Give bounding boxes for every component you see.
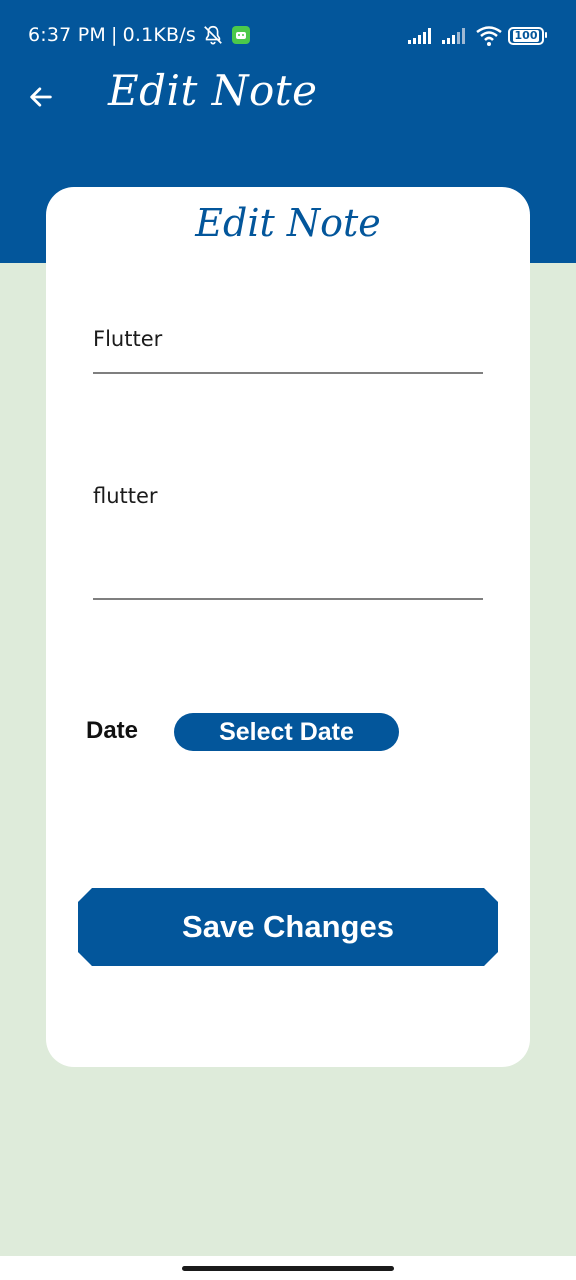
note-description-field: flutter — [93, 483, 483, 600]
date-label: Date — [86, 717, 139, 744]
status-separator: | — [110, 24, 118, 46]
signal-icon — [442, 28, 465, 44]
status-bar: 6:37 PM | 0.1KB/s 100 — [0, 0, 576, 72]
navigation-bar — [0, 1256, 576, 1280]
wifi-icon — [476, 26, 502, 46]
edit-note-card: Edit Note flutter Date Select Date Save … — [46, 187, 530, 1067]
save-changes-button[interactable]: Save Changes — [78, 888, 498, 966]
arrow-left-icon — [30, 87, 52, 107]
signal-icon — [408, 28, 431, 44]
battery-icon: 100 — [508, 27, 547, 45]
app-bar-title: Edit Note — [108, 66, 318, 115]
back-button[interactable] — [22, 78, 60, 116]
status-right: 100 — [408, 26, 547, 46]
note-title-input[interactable] — [93, 323, 483, 355]
note-description-input[interactable]: flutter — [93, 483, 483, 583]
select-date-button[interactable]: Select Date — [174, 713, 399, 751]
status-left: 6:37 PM | 0.1KB/s — [28, 24, 250, 46]
android-icon — [232, 26, 250, 44]
card-title: Edit Note — [195, 201, 381, 245]
status-time: 6:37 PM — [28, 24, 106, 46]
battery-level: 100 — [512, 29, 540, 42]
bell-off-icon — [204, 25, 222, 45]
note-title-field — [93, 323, 483, 374]
network-speed: 0.1KB/s — [122, 24, 196, 46]
home-indicator[interactable] — [182, 1266, 394, 1271]
